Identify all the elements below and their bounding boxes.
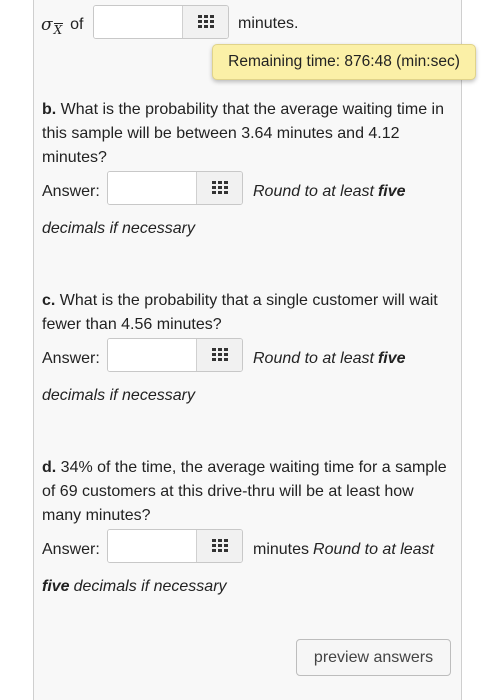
partD-answer-input[interactable] (107, 529, 243, 563)
partC-question-text: What is the probability that a single cu… (42, 292, 438, 333)
partD-answer-field[interactable] (108, 530, 196, 562)
sigma-answer-input[interactable] (93, 5, 229, 39)
partD-answer-label-text: Answer: (42, 541, 100, 558)
partB-round-hint: Round to at least five (253, 180, 406, 204)
partD-answer-label: Answer: (42, 538, 100, 562)
partD-letter: d. (42, 459, 57, 476)
partC-letter: c. (42, 292, 56, 309)
partB-decimals-text: decimals if necessary (42, 220, 195, 237)
partC-decimals-hint: decimals if necessary (42, 384, 195, 408)
partB-question-text: What is the probability that the average… (42, 101, 444, 166)
partC-round-text: Round to at least (253, 350, 374, 367)
partD-question-text: 34% of the time, the average waiting tim… (42, 459, 447, 524)
keypad-icon (211, 348, 228, 361)
partB-answer-input[interactable] (107, 171, 243, 205)
partC-answer-label-text: Answer: (42, 350, 100, 367)
partC-question: c. What is the probability that a single… (42, 289, 457, 337)
partB-round-text: Round to at least (253, 183, 374, 200)
partB-answer-label-text: Answer: (42, 183, 100, 200)
preview-answers-button[interactable]: preview answers (296, 639, 451, 676)
partB-answer-field[interactable] (108, 172, 196, 204)
partA-units-text: minutes. (238, 15, 299, 32)
partC-answer-label: Answer: (42, 347, 100, 371)
keypad-icon (197, 15, 214, 28)
remaining-time-badge: Remaining time: 876:48 (min:sec) (212, 44, 476, 80)
keypad-icon (211, 181, 228, 194)
partD-round-bold: five (42, 578, 70, 595)
partB-letter: b. (42, 101, 57, 118)
partC-decimals-text: decimals if necessary (42, 387, 195, 404)
sigma-answer-field[interactable] (94, 6, 182, 38)
partC-answer-field[interactable] (108, 339, 196, 371)
partD-round-text: Round to at least (313, 541, 434, 558)
sigma-symbol: σ (41, 15, 53, 35)
partC-round-hint: Round to at least five (253, 347, 406, 371)
partD-units-text: minutes (253, 541, 310, 558)
keypad-icon (211, 539, 228, 552)
partD-round-hint: minutes Round to at least (253, 538, 434, 562)
partC-answer-input[interactable] (107, 338, 243, 372)
partB-answer-label: Answer: (42, 180, 100, 204)
partD-question: d. 34% of the time, the average waiting … (42, 456, 457, 528)
keypad-button[interactable] (182, 6, 228, 38)
partB-round-bold: five (377, 183, 406, 200)
sigma-xbar-label: σ X of (41, 12, 84, 38)
sigma-subscript: X (53, 23, 63, 37)
partD-decimals-text: decimals if necessary (73, 578, 227, 595)
partB-question: b. What is the probability that the aver… (42, 98, 457, 170)
of-text: of (70, 16, 84, 33)
partC-round-bold: five (377, 350, 406, 367)
partD-decimals-hint: five decimals if necessary (42, 575, 227, 599)
partA-units: minutes. (238, 12, 298, 36)
keypad-button[interactable] (196, 530, 242, 562)
xbar-overline (54, 23, 63, 24)
keypad-button[interactable] (196, 172, 242, 204)
partB-decimals-hint: decimals if necessary (42, 217, 195, 241)
keypad-button[interactable] (196, 339, 242, 371)
